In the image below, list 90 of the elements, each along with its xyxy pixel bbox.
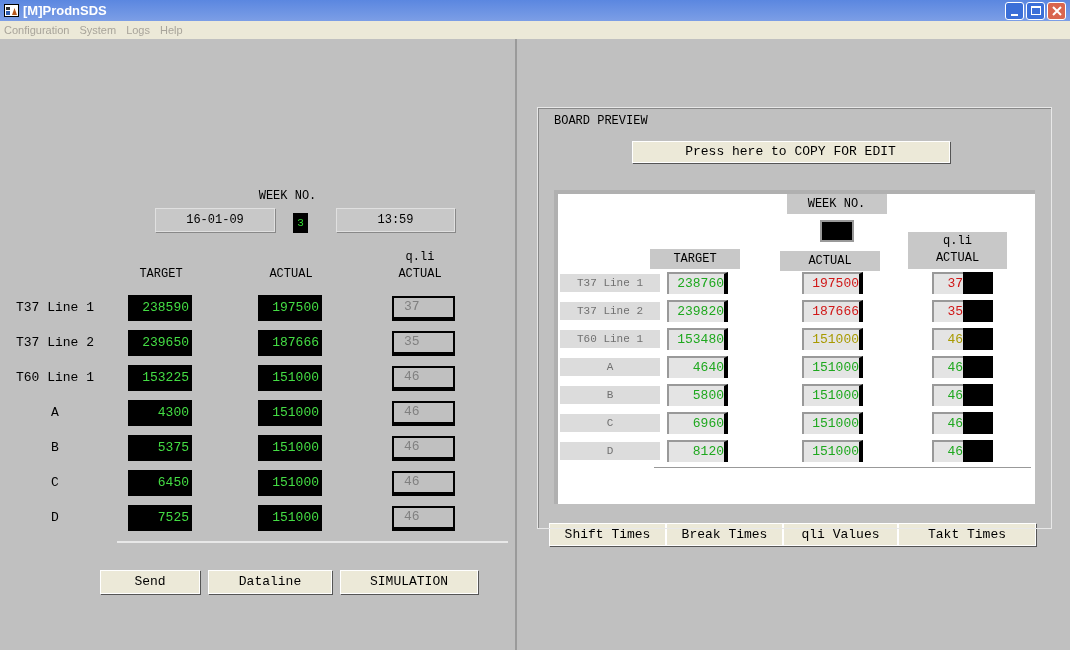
row-label: T37 Line 2 <box>15 334 95 353</box>
button[interactable]: Shift Times <box>549 523 666 546</box>
week-field: 3 <box>293 213 308 233</box>
actual-field: 151000 <box>258 400 322 426</box>
button[interactable]: Break Times <box>666 523 783 546</box>
actual-field: 151000 <box>258 505 322 531</box>
row-label: A <box>50 404 60 423</box>
actual-field: 187666 <box>802 300 863 322</box>
target-field: 239820 <box>667 300 728 322</box>
actual-field: 197500 <box>802 272 863 294</box>
button[interactable]: SIMULATION <box>340 570 478 594</box>
indicator-block <box>963 272 993 294</box>
week-label: WEEK NO. <box>258 188 317 205</box>
panel-title: BOARD PREVIEW <box>554 113 649 130</box>
button[interactable]: Takt Times <box>898 523 1036 546</box>
column-header: ACTUAL <box>268 266 314 283</box>
time-field: 13:59 <box>336 208 455 232</box>
target-field: 5800 <box>667 384 728 406</box>
column-header: q.li ACTUAL <box>397 249 443 283</box>
qli-field: 46 <box>932 328 963 350</box>
target-field: 153480 <box>667 328 728 350</box>
target-field: 5375 <box>128 435 192 461</box>
close-icon <box>1051 5 1062 16</box>
row-label: T37 Line 1 <box>15 299 95 318</box>
close-button[interactable] <box>1047 1 1066 20</box>
column-header: q.li ACTUAL <box>908 232 1007 269</box>
actual-field: 197500 <box>258 295 322 321</box>
qli-field: 37 <box>392 295 455 321</box>
qli-field: 46 <box>392 400 455 426</box>
row-label: T37 Line 1 <box>560 274 660 292</box>
column-header: TARGET <box>138 266 184 283</box>
minimize-button[interactable] <box>1005 1 1024 20</box>
qli-field: 37 <box>932 272 963 294</box>
row-label: C <box>560 414 660 432</box>
qli-field: 46 <box>392 470 455 496</box>
qli-field: 46 <box>932 412 963 434</box>
indicator-block <box>963 300 993 322</box>
row-label: B <box>560 386 660 404</box>
actual-field: 151000 <box>258 435 322 461</box>
actual-field: 151000 <box>258 470 322 496</box>
qli-field: 46 <box>932 440 963 462</box>
maximize-button[interactable] <box>1026 1 1045 20</box>
row-label: C <box>50 474 60 493</box>
copy-button[interactable]: Press here to COPY FOR EDIT <box>631 141 950 163</box>
actual-field: 151000 <box>258 365 322 391</box>
indicator-block <box>963 412 993 434</box>
target-field: 238760 <box>667 272 728 294</box>
qli-field: 35 <box>392 330 455 356</box>
week-label: WEEK NO. <box>786 194 887 214</box>
row-label: T60 Line 1 <box>560 330 660 348</box>
button[interactable]: Send <box>100 570 200 594</box>
button[interactable]: qli Values <box>783 523 898 546</box>
target-field: 239650 <box>128 330 192 356</box>
actual-field: 187666 <box>258 330 322 356</box>
row-label: D <box>560 442 660 460</box>
target-field: 8120 <box>667 440 728 462</box>
actual-field: 151000 <box>802 328 863 350</box>
column-header: ACTUAL <box>780 251 880 271</box>
actual-field: 151000 <box>802 384 863 406</box>
date-field: 16-01-09 <box>155 208 275 232</box>
qli-field: 35 <box>932 300 963 322</box>
column-header: TARGET <box>650 249 740 269</box>
qli-field: 46 <box>932 384 963 406</box>
indicator-block <box>963 328 993 350</box>
qli-field: 46 <box>392 435 455 461</box>
window-title: [M]ProdnSDS <box>23 1 107 20</box>
indicator-block <box>963 356 993 378</box>
row-label: B <box>50 439 60 458</box>
qli-field: 46 <box>392 505 455 531</box>
row-label: D <box>50 509 60 528</box>
qli-field: 46 <box>932 356 963 378</box>
row-label: T60 Line 1 <box>15 369 95 388</box>
actual-field: 151000 <box>802 356 863 378</box>
target-field: 4300 <box>128 400 192 426</box>
target-field: 238590 <box>128 295 192 321</box>
target-field: 6450 <box>128 470 192 496</box>
row-label: T37 Line 2 <box>560 302 660 320</box>
target-field: 4640 <box>667 356 728 378</box>
actual-field: 151000 <box>802 440 863 462</box>
week-field <box>819 220 854 242</box>
target-field: 7525 <box>128 505 192 531</box>
qli-field: 46 <box>392 365 455 391</box>
indicator-block <box>963 384 993 406</box>
actual-field: 151000 <box>802 412 863 434</box>
target-field: 6960 <box>667 412 728 434</box>
indicator-block <box>963 440 993 462</box>
app-icon <box>4 4 19 17</box>
button[interactable]: Dataline <box>208 570 332 594</box>
target-field: 153225 <box>128 365 192 391</box>
row-label: A <box>560 358 660 376</box>
